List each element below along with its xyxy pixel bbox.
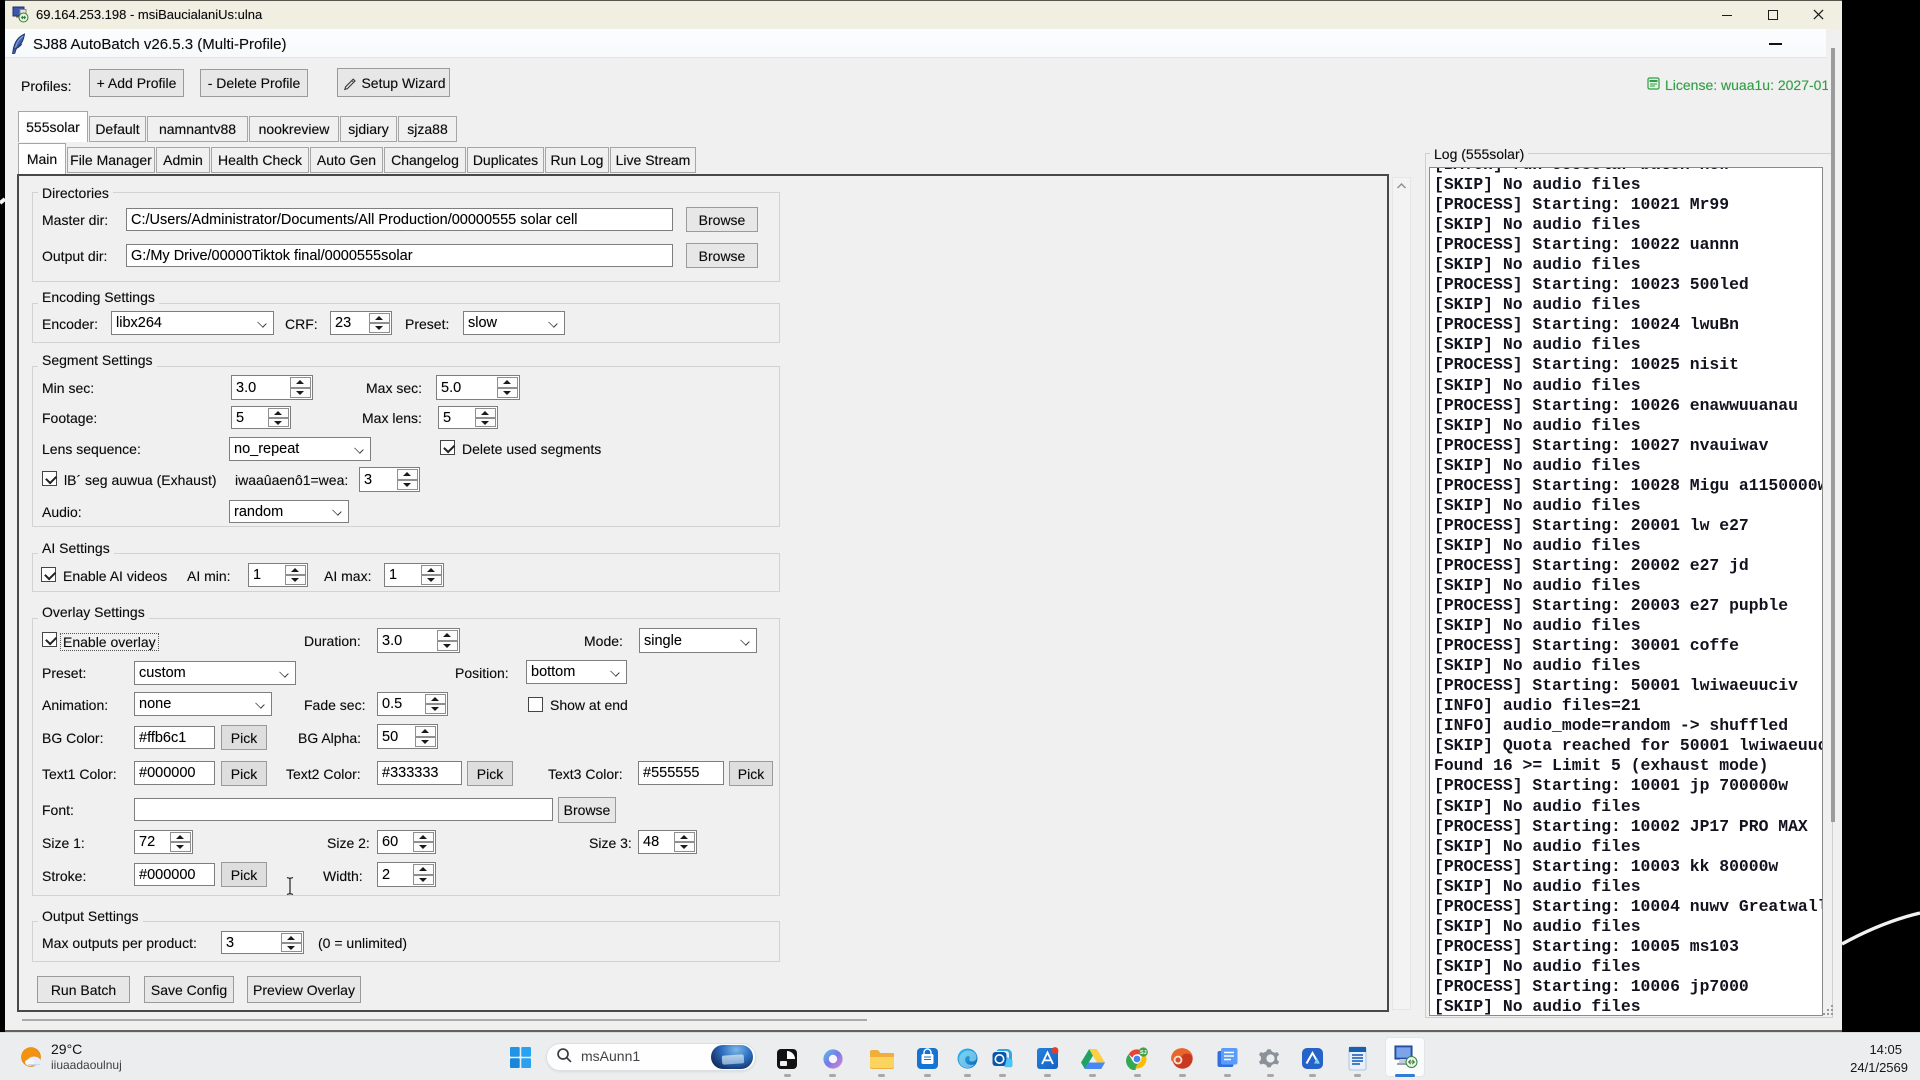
svg-text:SJ: SJ [1140, 1050, 1147, 1056]
